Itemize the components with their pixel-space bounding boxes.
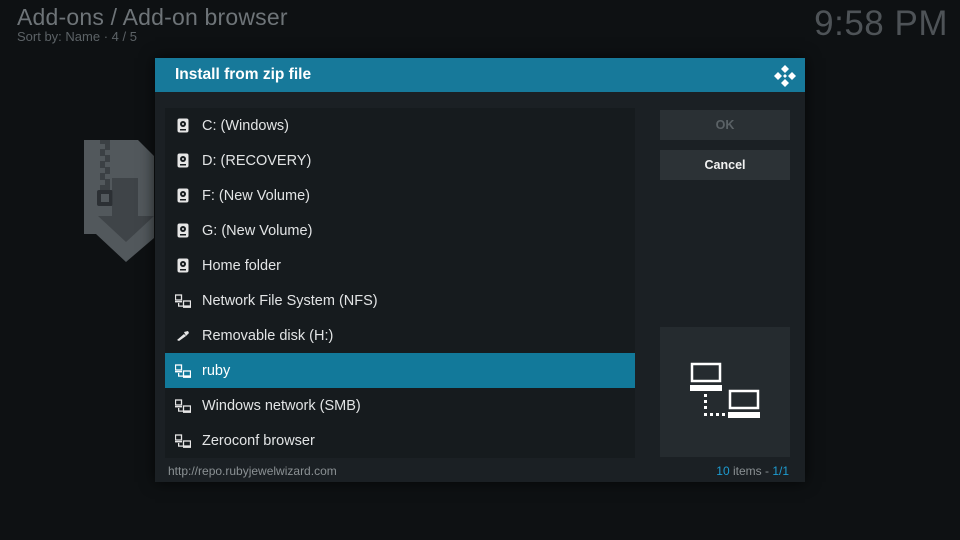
- hard-drive-icon: [175, 223, 191, 239]
- list-item-label: Network File System (NFS): [202, 292, 378, 309]
- list-item-label: G: (New Volume): [202, 222, 313, 239]
- list-item[interactable]: Home folder: [165, 248, 635, 283]
- network-icon: [175, 433, 191, 449]
- current-path: http://repo.rubyjewelwizard.com: [168, 464, 337, 478]
- page-indicator: 1/1: [772, 464, 789, 478]
- item-count: 10 items - 1/1: [716, 464, 789, 478]
- background-header: Add-ons / Add-on browser Sort by: Name ·…: [0, 0, 960, 60]
- list-item[interactable]: Network File System (NFS): [165, 283, 635, 318]
- list-item[interactable]: C: (Windows): [165, 108, 635, 143]
- item-count-number: 10: [716, 464, 730, 478]
- network-icon: [175, 398, 191, 414]
- list-item-ruby[interactable]: ruby: [165, 353, 635, 388]
- dialog-title: Install from zip file: [175, 66, 312, 83]
- usb-icon: [175, 328, 191, 344]
- kodi-logo-icon: [774, 65, 796, 87]
- list-item-label: Windows network (SMB): [202, 397, 361, 414]
- cancel-button[interactable]: Cancel: [660, 150, 790, 180]
- list-item-label: C: (Windows): [202, 117, 290, 134]
- zip-install-icon: [84, 140, 154, 262]
- list-item-label: F: (New Volume): [202, 187, 310, 204]
- list-item[interactable]: Removable disk (H:): [165, 318, 635, 353]
- list-item[interactable]: Zeroconf browser: [165, 423, 635, 458]
- list-item[interactable]: F: (New Volume): [165, 178, 635, 213]
- hard-drive-icon: [175, 153, 191, 169]
- list-item-label: Removable disk (H:): [202, 327, 334, 344]
- dialog-header: Install from zip file: [155, 58, 805, 92]
- page-title: Add-ons / Add-on browser: [17, 4, 288, 30]
- preview-panel: [660, 327, 790, 457]
- list-item-label: ruby: [202, 362, 231, 379]
- list-item-label: Home folder: [202, 257, 281, 274]
- list-item-label: D: (RECOVERY): [202, 152, 312, 169]
- network-icon: [175, 363, 191, 379]
- item-count-label: items -: [729, 464, 773, 478]
- network-computers-icon: [690, 362, 760, 418]
- source-list: C: (Windows) D: (RECOVERY) F: (New Volum…: [165, 108, 635, 458]
- hard-drive-icon: [175, 188, 191, 204]
- list-item[interactable]: G: (New Volume): [165, 213, 635, 248]
- list-item[interactable]: Windows network (SMB): [165, 388, 635, 423]
- list-item[interactable]: D: (RECOVERY): [165, 143, 635, 178]
- ok-button[interactable]: OK: [660, 110, 790, 140]
- list-item-label: Zeroconf browser: [202, 432, 315, 449]
- sort-info: Sort by: Name · 4 / 5: [17, 29, 137, 44]
- install-from-zip-dialog: Install from zip file C: (Windows) D: (R…: [155, 58, 805, 482]
- hard-drive-icon: [175, 258, 191, 274]
- network-icon: [175, 293, 191, 309]
- clock: 9:58 PM: [814, 4, 948, 43]
- hard-drive-icon: [175, 118, 191, 134]
